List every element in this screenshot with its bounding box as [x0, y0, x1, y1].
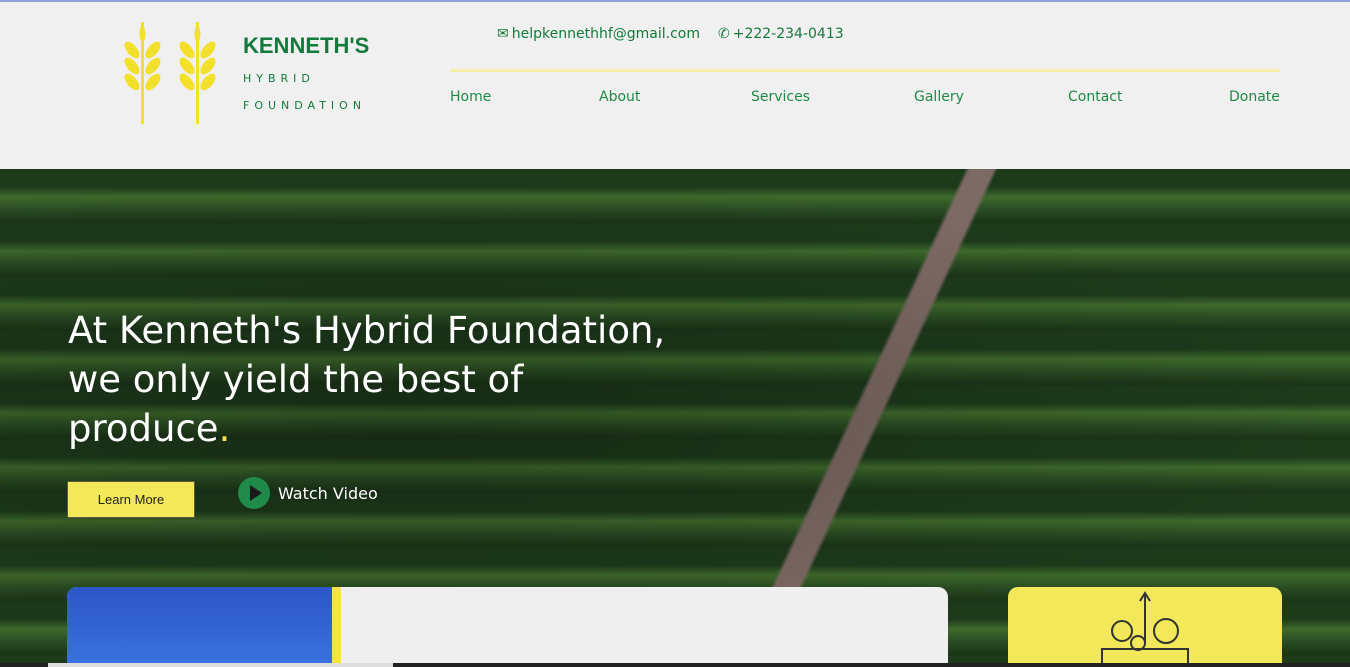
headline-dot: . [218, 407, 231, 450]
feature-card [67, 587, 948, 667]
mail-icon: ✉ [497, 26, 509, 42]
scrollbar-thumb[interactable] [48, 663, 393, 667]
produce-card [1008, 587, 1282, 667]
card-accent [332, 587, 341, 667]
site-header: KENNETH'S HYBRID FOUNDATION ✉ helpkenneth… [0, 2, 1350, 169]
nav-about[interactable]: About [599, 89, 640, 105]
nav-gallery[interactable]: Gallery [914, 89, 964, 105]
play-icon [238, 477, 270, 509]
divider [450, 69, 1280, 72]
brand-line3: FOUNDATION [243, 99, 367, 112]
email-link[interactable]: ✉ helpkennethhf@gmail.com [497, 26, 700, 42]
wheat-image [67, 587, 332, 667]
email-text: helpkennethhf@gmail.com [511, 26, 700, 42]
nav-contact[interactable]: Contact [1068, 89, 1122, 105]
brand-line2: HYBRID [243, 72, 315, 85]
phone-text: +222-234-0413 [732, 26, 844, 42]
watch-video-button[interactable]: Watch Video [238, 477, 378, 509]
wheat-icon [124, 22, 219, 124]
nav-services[interactable]: Services [751, 89, 810, 105]
phone-link[interactable]: ✆ +222-234-0413 [718, 26, 844, 42]
headline-text: At Kenneth's Hybrid Foundation, we only … [68, 309, 666, 450]
nav-donate[interactable]: Donate [1229, 89, 1280, 105]
brand-name: KENNETH'S [243, 33, 370, 58]
phone-icon: ✆ [718, 26, 730, 42]
nav-home[interactable]: Home [450, 89, 491, 105]
learn-more-button[interactable]: Learn More [67, 481, 195, 518]
hero-headline: At Kenneth's Hybrid Foundation, we only … [68, 306, 688, 453]
vegetable-crate-icon [1101, 591, 1189, 666]
watch-video-label: Watch Video [278, 483, 378, 503]
